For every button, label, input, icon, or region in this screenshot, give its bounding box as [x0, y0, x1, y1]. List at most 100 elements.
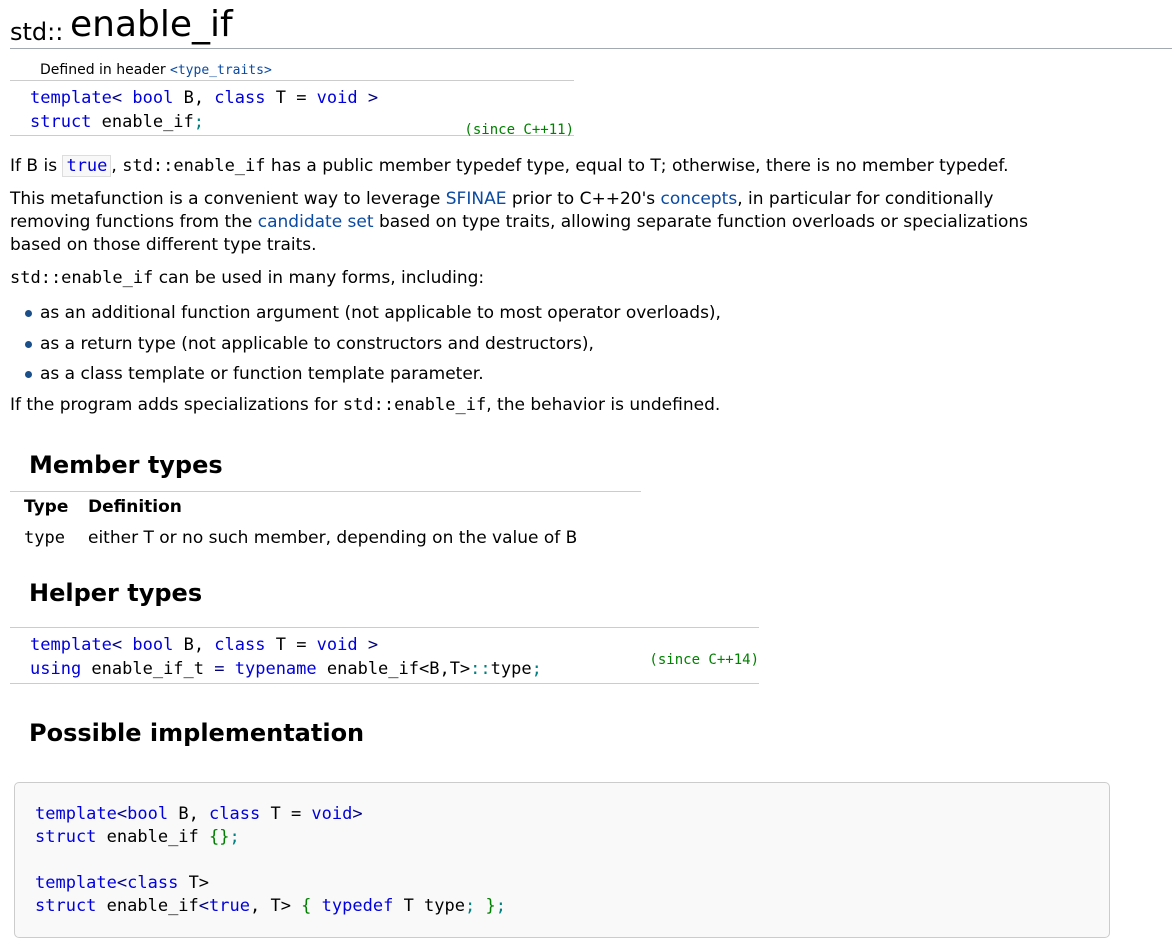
member-types-heading: Member types — [29, 451, 223, 479]
struct-name: enable_if — [91, 112, 194, 132]
op-lt: < — [116, 873, 128, 893]
op-lt: < — [116, 804, 128, 824]
typedef-body: T type — [393, 896, 465, 916]
op-lt: < — [111, 88, 123, 108]
braces: {} — [209, 827, 230, 847]
param-b: B, — [173, 635, 215, 655]
undefined-behavior-note: If the program adds specializations for … — [10, 394, 720, 417]
text: has a public member typedef — [265, 156, 527, 176]
helper-types-heading: Helper types — [29, 579, 203, 607]
kw-struct: struct — [35, 827, 97, 847]
op-gt: > — [357, 635, 379, 655]
concepts-link[interactable]: concepts — [661, 189, 738, 209]
intro-paragraph-3: std::enable_if can be used in many forms… — [10, 267, 484, 290]
type-expr: enable_if<B,T> — [316, 659, 471, 679]
inline-code: std::enable_if — [122, 156, 266, 176]
text: , — [111, 156, 123, 176]
kw-template: template — [30, 88, 112, 108]
helper-types-code: template< bool B, class T = void > using… — [10, 627, 759, 684]
candidate-set-link[interactable]: candidate set — [258, 212, 374, 232]
kw-template: template — [35, 804, 117, 824]
text: prior to C++20's — [506, 189, 661, 209]
text: based on type traits, allowing separate … — [373, 212, 1029, 232]
intro-paragraph-1: If B is true, std::enable_if has a publi… — [10, 155, 1009, 178]
member-types-table: Type Definition type either T or no such… — [10, 491, 641, 554]
kw-bool: bool — [132, 88, 174, 108]
member-type: type — [490, 659, 532, 679]
op-eq: = — [214, 659, 225, 679]
op-lt: < — [198, 896, 210, 916]
kw-typedef: typedef — [321, 896, 394, 916]
kw-bool: bool — [132, 635, 174, 655]
text: , the behavior is undefined. — [486, 395, 721, 415]
param-b: B, — [168, 804, 210, 824]
kw-bool: bool — [127, 804, 169, 824]
alias-name: enable_if_t — [81, 659, 215, 679]
text: based on those different type traits. — [10, 235, 317, 255]
sfinae-link[interactable]: SFINAE — [446, 189, 507, 209]
param-b: B, — [173, 88, 215, 108]
title-name: enable_if — [70, 4, 233, 45]
text: If B is — [10, 156, 63, 176]
param-t: , T> — [249, 896, 302, 916]
param-t: T> — [178, 873, 210, 893]
kw-class: class — [209, 804, 261, 824]
header-type: Type — [24, 497, 69, 517]
struct-name: enable_if — [96, 896, 199, 916]
header-prefix: Defined in header — [40, 62, 171, 78]
kw-class: class — [214, 635, 266, 655]
header-link[interactable]: <type_traits> — [170, 63, 272, 78]
inline-code: std::enable_if — [10, 268, 154, 288]
brace-open: { — [301, 896, 312, 916]
semicolon: ; — [531, 659, 542, 679]
true-link[interactable]: true — [62, 155, 112, 177]
semicolon: ; — [193, 112, 205, 132]
kw-template: template — [30, 635, 112, 655]
text: This metafunction is a convenient way to… — [10, 189, 446, 209]
semicolon: ; — [229, 827, 240, 847]
header-definition: Definition — [88, 497, 182, 517]
since-badge: (since C++11) — [464, 122, 574, 138]
param-t: T = — [265, 635, 317, 655]
table-row: type either T or no such member, dependi… — [10, 523, 641, 554]
op-gt: > — [357, 88, 379, 108]
brace-close: } — [485, 896, 496, 916]
declaration-box: Defined in header <type_traits> template… — [10, 60, 574, 138]
declaration-code: template< bool B, class T = void > struc… — [10, 81, 574, 138]
forms-list: as an additional function argument (not … — [20, 299, 721, 391]
cell-definition: either T or no such member, depending on… — [88, 528, 578, 548]
kw-void: void — [311, 804, 353, 824]
kw-class: class — [214, 88, 266, 108]
header-line: Defined in header <type_traits> — [10, 60, 574, 81]
op-lt: < — [111, 635, 123, 655]
list-item: as an additional function argument (not … — [20, 299, 721, 330]
list-item: as a return type (not applicable to cons… — [20, 330, 721, 361]
list-item: as a class template or function template… — [20, 360, 721, 391]
kw-struct: struct — [30, 112, 92, 132]
kw-template: template — [35, 873, 117, 893]
possible-implementation-heading: Possible implementation — [29, 719, 365, 747]
kw-true: true — [209, 896, 250, 916]
op-gt: > — [352, 804, 363, 824]
kw-void: void — [316, 635, 358, 655]
text: , in particular for conditionally — [737, 189, 994, 209]
struct-name: enable_if — [96, 827, 210, 847]
param-t: T = — [265, 88, 317, 108]
since-badge: (since C++14) — [649, 652, 759, 668]
semicolon: ; — [495, 896, 506, 916]
text: , equal to T; otherwise, there is no mem… — [564, 156, 1009, 176]
text: If the program adds specializations for — [10, 395, 343, 415]
inline-code: type — [526, 156, 565, 176]
kw-typename: typename — [234, 659, 317, 679]
table-header: Type Definition — [10, 492, 641, 523]
cell-type: type — [24, 528, 65, 548]
kw-class: class — [127, 873, 179, 893]
param-t: T = — [260, 804, 312, 824]
title-namespace: std:: — [10, 18, 64, 46]
text: can be used in many forms, including: — [153, 268, 485, 288]
implementation-code-box: template<bool B, class T = void> struct … — [14, 782, 1110, 938]
inline-code: std::enable_if — [342, 395, 487, 415]
semicolon: ; — [464, 896, 476, 916]
